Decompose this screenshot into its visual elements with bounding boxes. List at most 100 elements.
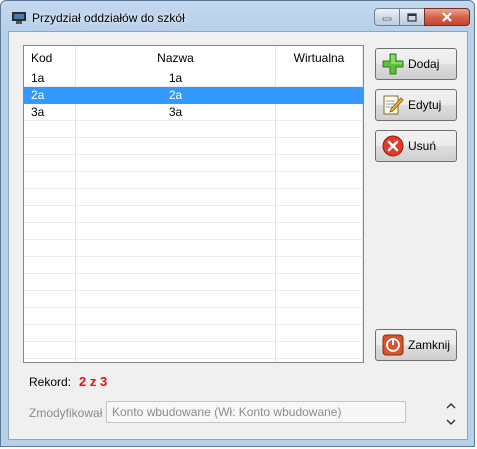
empty-cell: [276, 359, 363, 362]
data-grid[interactable]: Kod Nazwa Wirtualna 1a 1a 2a 2a 3a 3a: [23, 45, 364, 363]
window-title: Przydział oddziałów do szkół: [32, 11, 185, 25]
minimize-button[interactable]: [374, 8, 400, 26]
empty-row: [24, 223, 363, 240]
delete-button-label: Usuń: [408, 139, 437, 153]
notepad-pencil-icon: [382, 94, 404, 116]
empty-cell: [76, 257, 276, 274]
empty-cell: [276, 155, 363, 172]
empty-row: [24, 240, 363, 257]
empty-cell: [76, 342, 276, 359]
modified-by-label: Zmodyfikował: [29, 406, 103, 420]
empty-row: [24, 189, 363, 206]
empty-cell: [24, 291, 76, 308]
empty-cell: [24, 274, 76, 291]
caption-buttons: [374, 8, 470, 28]
empty-cell: [76, 155, 276, 172]
empty-cell: [276, 325, 363, 342]
empty-cell: [24, 359, 76, 362]
empty-cell: [276, 189, 363, 206]
empty-row: [24, 206, 363, 223]
empty-cell: [24, 240, 76, 257]
empty-cell: [24, 155, 76, 172]
column-header-nazwa[interactable]: Nazwa: [76, 46, 276, 70]
empty-cell: [76, 189, 276, 206]
empty-cell: [76, 138, 276, 155]
empty-cell: [276, 223, 363, 240]
empty-cell: [276, 308, 363, 325]
table-row[interactable]: 3a 3a: [24, 104, 363, 121]
empty-cell: [276, 240, 363, 257]
empty-row: [24, 138, 363, 155]
grid-header: Kod Nazwa Wirtualna: [24, 46, 363, 70]
empty-cell: [76, 359, 276, 362]
power-icon: [382, 334, 404, 356]
minimize-icon: [382, 17, 392, 21]
edit-button[interactable]: Edytuj: [375, 89, 457, 121]
empty-cell: [24, 223, 76, 240]
empty-row: [24, 274, 363, 291]
empty-cell: [24, 172, 76, 189]
empty-cell: [24, 189, 76, 206]
add-button-label: Dodaj: [408, 57, 440, 71]
empty-cell: [76, 274, 276, 291]
empty-row: [24, 342, 363, 359]
empty-cell: [276, 274, 363, 291]
red-x-icon: [382, 135, 404, 157]
empty-row: [24, 359, 363, 362]
empty-cell: [24, 308, 76, 325]
cell-nazwa: 2a: [76, 87, 276, 104]
close-window-button[interactable]: [424, 8, 470, 26]
table-row[interactable]: 1a 1a: [24, 70, 363, 87]
cell-kod: 3a: [24, 104, 76, 121]
maximize-icon: [407, 12, 417, 22]
empty-cell: [276, 172, 363, 189]
empty-cell: [76, 308, 276, 325]
empty-row: [24, 291, 363, 308]
empty-cell: [276, 206, 363, 223]
empty-cell: [276, 291, 363, 308]
close-button-label: Zamknij: [408, 338, 451, 352]
close-button[interactable]: Zamknij: [375, 329, 457, 361]
column-header-wirtualna[interactable]: Wirtualna: [276, 46, 363, 70]
empty-cell: [76, 206, 276, 223]
plus-icon: [382, 53, 404, 75]
empty-row: [24, 308, 363, 325]
empty-row: [24, 325, 363, 342]
empty-cell: [24, 342, 76, 359]
chevron-up-down-icon[interactable]: [445, 401, 457, 427]
empty-cell: [24, 121, 76, 138]
table-row-selected[interactable]: 2a 2a: [24, 87, 363, 104]
empty-cell: [76, 121, 276, 138]
app-icon: [12, 12, 26, 24]
maximize-button[interactable]: [399, 8, 425, 26]
edit-button-label: Edytuj: [408, 98, 442, 112]
cell-kod: 1a: [24, 70, 76, 87]
empty-cell: [24, 138, 76, 155]
cell-wirtualna: [276, 70, 363, 87]
empty-cell: [276, 138, 363, 155]
client-area: Kod Nazwa Wirtualna 1a 1a 2a 2a 3a 3a Do…: [8, 31, 468, 440]
empty-cell: [76, 325, 276, 342]
empty-row: [24, 121, 363, 138]
empty-row: [24, 257, 363, 274]
empty-cell: [76, 223, 276, 240]
empty-row: [24, 155, 363, 172]
record-value: 2 z 3: [79, 374, 108, 389]
cell-nazwa: 3a: [76, 104, 276, 121]
delete-button[interactable]: Usuń: [375, 130, 457, 162]
empty-cell: [76, 291, 276, 308]
empty-cell: [276, 121, 363, 138]
empty-cell: [76, 172, 276, 189]
empty-cell: [24, 257, 76, 274]
title-bar[interactable]: Przydział oddziałów do szkół: [1, 1, 476, 31]
add-button[interactable]: Dodaj: [375, 48, 457, 80]
empty-cell: [276, 257, 363, 274]
cell-nazwa: 1a: [76, 70, 276, 87]
app-window: Przydział oddziałów do szkół Kod Nazwa W…: [0, 0, 475, 447]
cell-wirtualna: [276, 104, 363, 121]
empty-cell: [76, 240, 276, 257]
empty-cell: [24, 325, 76, 342]
empty-row: [24, 172, 363, 189]
empty-cell: [276, 342, 363, 359]
column-header-kod[interactable]: Kod: [24, 46, 76, 70]
